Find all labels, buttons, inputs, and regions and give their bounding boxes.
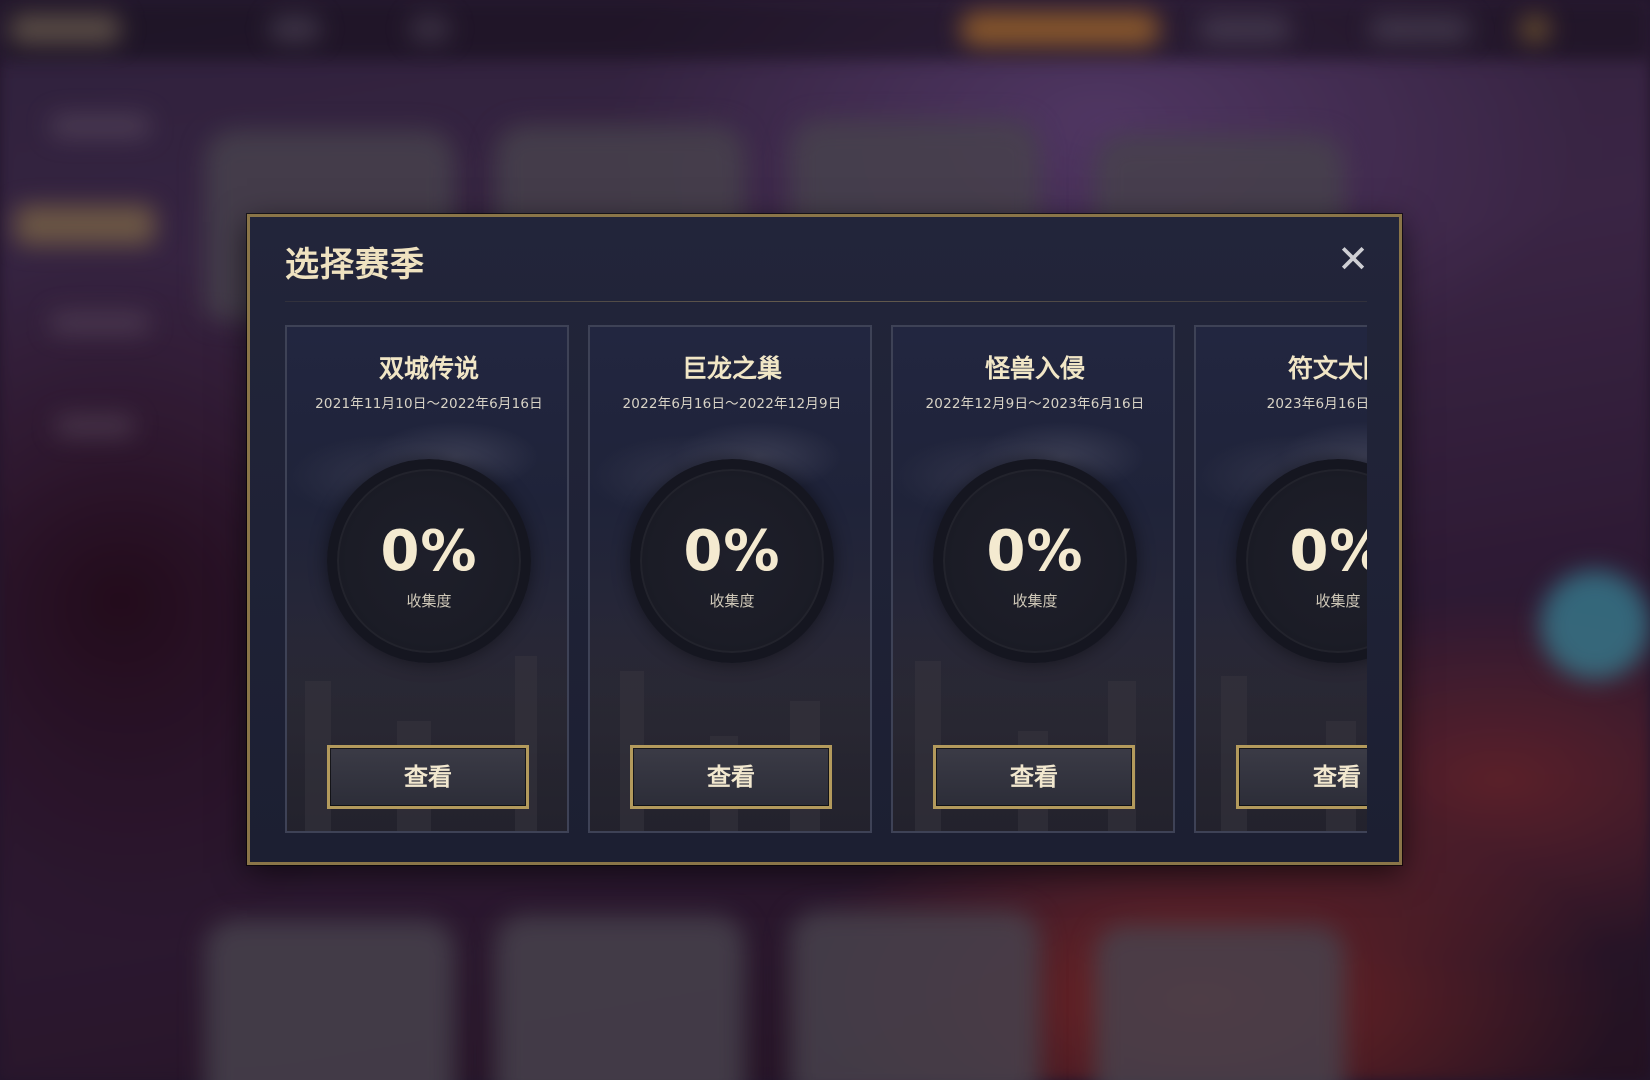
collection-progress-value: 0% [1289, 519, 1367, 584]
collection-progress-value: 0% [986, 519, 1084, 584]
modal-title: 选择赛季 [285, 245, 425, 285]
title-divider [285, 301, 1367, 302]
close-icon[interactable]: ✕ [1333, 239, 1373, 279]
collection-progress-label: 收集度 [1012, 592, 1058, 610]
season-cards-track: 双城传说 2021年11月10日～2022年6月16日 0% 收集度 查看 巨龙… [285, 325, 1367, 835]
season-dates: 2023年6月16日～202 [1266, 396, 1367, 412]
season-card[interactable]: 怪兽入侵 2022年12月9日～2023年6月16日 0% 收集度 查看 [891, 325, 1175, 833]
collection-progress-label: 收集度 [1315, 592, 1361, 610]
select-season-modal: 选择赛季 ✕ 双城传说 2021年11月10日～2022年6月16日 0% 收集… [247, 214, 1402, 865]
season-cards-carousel[interactable]: 双城传说 2021年11月10日～2022年6月16日 0% 收集度 查看 巨龙… [285, 325, 1367, 835]
collection-progress-label: 收集度 [406, 592, 452, 610]
collection-progress-value: 0% [683, 519, 781, 584]
season-dates: 2021年11月10日～2022年6月16日 [315, 396, 543, 412]
view-button[interactable]: 查看 [327, 745, 529, 809]
season-name: 双城传说 [378, 354, 479, 383]
season-dates: 2022年6月16日～2022年12月9日 [622, 396, 842, 412]
collection-progress-ring: 0% 收集度 [327, 459, 531, 663]
season-name: 怪兽入侵 [984, 354, 1085, 383]
season-name: 巨龙之巢 [681, 354, 782, 383]
collection-progress-value: 0% [380, 519, 478, 584]
collection-progress-label: 收集度 [709, 592, 755, 610]
season-dates: 2022年12月9日～2023年6月16日 [925, 396, 1145, 412]
season-card[interactable]: 巨龙之巢 2022年6月16日～2022年12月9日 0% 收集度 查看 [588, 325, 872, 833]
season-card[interactable]: 双城传说 2021年11月10日～2022年6月16日 0% 收集度 查看 [285, 325, 569, 833]
season-card[interactable]: 符文大陆 2023年6月16日～202 0% 收集度 查看 [1194, 325, 1367, 833]
season-name: 符文大陆 [1287, 354, 1367, 383]
collection-progress-ring: 0% 收集度 [630, 459, 834, 663]
view-button[interactable]: 查看 [1236, 745, 1367, 809]
view-button[interactable]: 查看 [630, 745, 832, 809]
collection-progress-ring: 0% 收集度 [933, 459, 1137, 663]
view-button[interactable]: 查看 [933, 745, 1135, 809]
